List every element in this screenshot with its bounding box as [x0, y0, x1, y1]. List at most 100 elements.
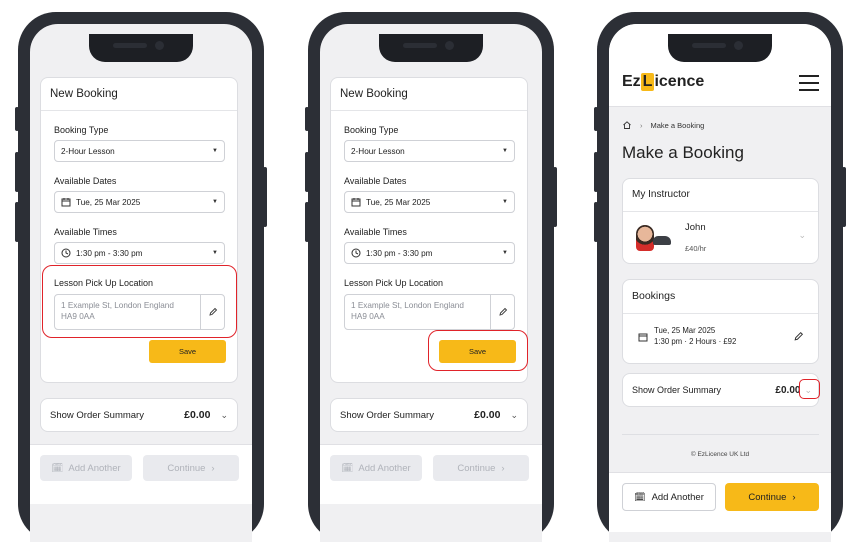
- booking-detail: 1:30 pm · 2 Hours · £92: [654, 337, 737, 346]
- phone-2: New Booking Booking Type 2-Hour Lesson ▼…: [305, 12, 557, 542]
- add-another-label: Add Another: [68, 462, 121, 474]
- order-total: £0.00: [474, 409, 501, 421]
- order-summary-label: Show Order Summary: [340, 409, 434, 421]
- add-another-button[interactable]: 🗓 Add Another: [622, 483, 716, 511]
- clock-icon: [351, 248, 361, 258]
- instructor-rate: £40/hr: [685, 244, 707, 253]
- booking-type-value: 2-Hour Lesson: [61, 146, 115, 156]
- instructor-header: My Instructor: [623, 179, 818, 212]
- add-another-label: Add Another: [651, 491, 704, 503]
- times-select[interactable]: 1:30 pm - 3:30 pm ▼: [54, 242, 225, 264]
- divider: [622, 434, 819, 435]
- times-value: 1:30 pm - 3:30 pm: [366, 248, 433, 258]
- notch: [379, 34, 483, 62]
- save-button[interactable]: Save: [149, 340, 226, 363]
- calendar-icon: [638, 333, 648, 342]
- bookings-card: Bookings Tue, 25 Mar 2025 1:30 pm · 2 Ho…: [622, 279, 819, 364]
- dates-select[interactable]: Tue, 25 Mar 2025 ▼: [344, 191, 515, 213]
- booking-type-select[interactable]: 2-Hour Lesson ▼: [344, 140, 515, 162]
- bookings-header: Bookings: [623, 280, 818, 314]
- chevron-right-icon: ›: [640, 120, 643, 130]
- order-summary-label: Show Order Summary: [632, 385, 722, 395]
- chevron-down-icon: ▼: [502, 148, 508, 154]
- times-value: 1:30 pm - 3:30 pm: [76, 248, 143, 258]
- chevron-right-icon: ›: [211, 462, 215, 474]
- chevron-down-icon: ⌄: [510, 409, 518, 420]
- footer-bar: 🗓 Add Another Continue ›: [320, 444, 542, 504]
- logo-part: icence: [654, 73, 705, 90]
- chevron-down-icon: ▼: [502, 199, 508, 205]
- order-summary-toggle[interactable]: Show Order Summary £0.00 ⌄: [622, 373, 819, 407]
- dates-select[interactable]: Tue, 25 Mar 2025 ▼: [54, 191, 225, 213]
- location-line-1: 1 Example St, London England: [61, 301, 174, 310]
- continue-label: Continue: [748, 491, 787, 503]
- hamburger-menu-icon[interactable]: [799, 75, 819, 91]
- chevron-down-icon: ⌄: [220, 409, 228, 420]
- location-line-2: HA9 0AA: [351, 312, 385, 321]
- pencil-icon[interactable]: [208, 307, 218, 317]
- booking-date: Tue, 25 Mar 2025: [654, 326, 716, 335]
- times-select[interactable]: 1:30 pm - 3:30 pm ▼: [344, 242, 515, 264]
- booking-type-label: Booking Type: [344, 125, 399, 135]
- instructor-row[interactable]: John £40/hr ⌄: [623, 212, 818, 263]
- order-total: £0.00: [184, 409, 211, 421]
- location-label: Lesson Pick Up Location: [54, 278, 154, 288]
- new-booking-card: New Booking Booking Type 2-Hour Lesson ▼…: [330, 77, 528, 383]
- chevron-down-icon: ▼: [212, 250, 218, 256]
- pencil-icon[interactable]: [498, 307, 508, 317]
- notch: [89, 34, 193, 62]
- order-summary-toggle[interactable]: Show Order Summary £0.00 ⌄: [330, 398, 528, 432]
- order-summary-toggle[interactable]: Show Order Summary £0.00 ⌄: [40, 398, 238, 432]
- calendar-icon: [61, 198, 71, 207]
- breadcrumb-current[interactable]: Make a Booking: [651, 121, 705, 130]
- chevron-down-icon[interactable]: ⌄: [804, 385, 812, 396]
- chevron-down-icon: ▼: [502, 250, 508, 256]
- home-icon[interactable]: [622, 120, 632, 130]
- card-title: New Booking: [41, 78, 237, 111]
- dates-label: Available Dates: [344, 176, 407, 186]
- copyright: © EzLicence UK Ltd: [690, 451, 750, 458]
- calendar-plus-icon: 🗓: [51, 462, 64, 474]
- continue-button[interactable]: Continue ›: [433, 455, 529, 481]
- chevron-right-icon: ›: [792, 491, 796, 503]
- add-another-button[interactable]: 🗓 Add Another: [330, 455, 422, 481]
- location-line-2: HA9 0AA: [61, 312, 95, 321]
- add-another-label: Add Another: [358, 462, 411, 474]
- chevron-down-icon: ▼: [212, 148, 218, 154]
- chevron-down-icon: ⌄: [798, 230, 806, 240]
- instructor-name: John: [685, 222, 706, 233]
- add-another-button[interactable]: 🗓 Add Another: [40, 455, 132, 481]
- phone-2-screen: New Booking Booking Type 2-Hour Lesson ▼…: [320, 24, 542, 542]
- order-summary-label: Show Order Summary: [50, 409, 144, 421]
- chevron-right-icon: ›: [501, 462, 505, 474]
- calendar-icon: [351, 198, 361, 207]
- booking-type-label: Booking Type: [54, 125, 109, 135]
- save-button[interactable]: Save: [439, 340, 516, 363]
- avatar: [636, 225, 654, 251]
- dates-value: Tue, 25 Mar 2025: [76, 197, 141, 207]
- phone-1-screen: New Booking Booking Type 2-Hour Lesson ▼…: [30, 24, 252, 542]
- phone-1: New Booking Booking Type 2-Hour Lesson ▼…: [15, 12, 267, 542]
- continue-button[interactable]: Continue ›: [143, 455, 239, 481]
- calendar-plus-icon: 🗓: [341, 462, 354, 474]
- page-title: Make a Booking: [622, 143, 744, 162]
- continue-button[interactable]: Continue ›: [725, 483, 819, 511]
- footer-bar: 🗓 Add Another Continue ›: [609, 472, 831, 532]
- card-title: New Booking: [331, 78, 527, 111]
- times-label: Available Times: [344, 227, 407, 237]
- booking-type-value: 2-Hour Lesson: [351, 146, 405, 156]
- logo-part: Ez: [622, 73, 641, 90]
- phone-3-screen: Ez Licence › Make a Booking Make a Bookin…: [609, 24, 831, 542]
- calendar-plus-icon: 🗓: [634, 491, 646, 502]
- location-field[interactable]: 1 Example St, London England HA9 0AA: [344, 294, 515, 330]
- clock-icon: [61, 248, 71, 258]
- location-label: Lesson Pick Up Location: [344, 278, 444, 288]
- instructor-card: My Instructor John £40/hr ⌄: [622, 178, 819, 264]
- dates-label: Available Dates: [54, 176, 117, 186]
- pencil-icon[interactable]: [793, 331, 804, 342]
- booking-type-select[interactable]: 2-Hour Lesson ▼: [54, 140, 225, 162]
- breadcrumb: › Make a Booking: [622, 120, 704, 130]
- ezlicence-logo[interactable]: Ez Licence: [622, 73, 704, 91]
- logo-l-plate: L: [640, 73, 655, 91]
- location-field[interactable]: 1 Example St, London England HA9 0AA: [54, 294, 225, 330]
